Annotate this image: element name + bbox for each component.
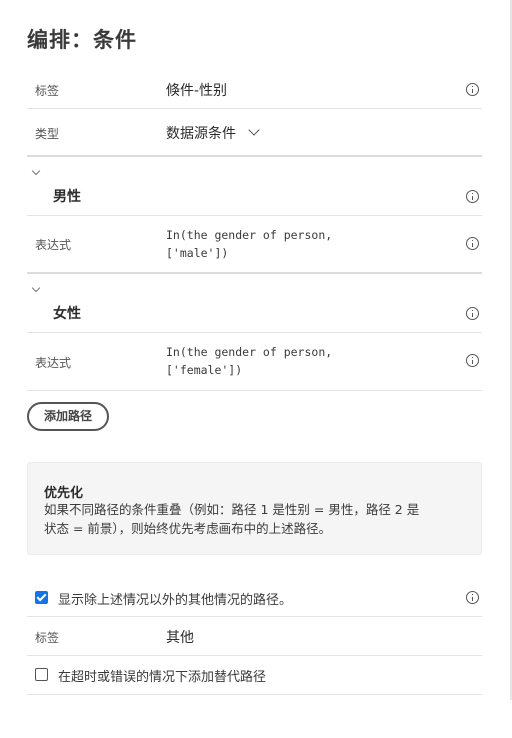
other-label-field-label: 标签 xyxy=(35,631,60,645)
expression-label: 表达式 xyxy=(35,238,72,252)
chevron-down-icon[interactable] xyxy=(31,166,41,176)
label-row: 标签 倏件-性别 xyxy=(27,70,482,109)
alt-path-checkbox[interactable] xyxy=(35,668,48,681)
priority-line: 状态 = 前景），则始终优先考虑画布中的上述路径。 xyxy=(44,521,332,536)
other-paths-checkbox[interactable] xyxy=(35,591,48,604)
type-dropdown-value: 数据源条件 xyxy=(166,126,236,142)
path-name: 女性 xyxy=(53,306,81,322)
info-icon[interactable] xyxy=(466,354,479,367)
priority-title: 优先化 xyxy=(44,486,84,501)
path-name: 男性 xyxy=(53,189,81,205)
label-field-value[interactable]: 倏件-性别 xyxy=(166,80,227,100)
alt-path-label[interactable]: 在超时或错误的情况下添加替代路径 xyxy=(58,666,266,685)
other-label-field-value[interactable]: 其他 xyxy=(166,627,194,647)
condition-panel: 编排：条件 标签 倏件-性别 类型 数据源条件 男性 表达式 In(the ge… xyxy=(0,0,510,738)
path-expression-row: 表达式 In(the gender of person, ['female']) xyxy=(27,333,482,391)
path-expression-row: 表达式 In(the gender of person, ['male']) xyxy=(27,216,482,274)
expression-line: In(the gender of person, xyxy=(166,228,333,242)
alt-path-row: 在超时或错误的情况下添加替代路径 xyxy=(27,656,482,695)
expression-line: ['male']) xyxy=(166,246,229,260)
chevron-down-icon[interactable] xyxy=(248,124,260,136)
other-label-row: 标签 其他 xyxy=(27,617,482,656)
expression-value[interactable]: In(the gender of person, ['male']) xyxy=(166,226,332,262)
other-paths-label[interactable]: 显示除上述情况以外的其他情况的路径。 xyxy=(58,589,292,608)
page-title: 编排：条件 xyxy=(27,27,137,52)
info-icon[interactable] xyxy=(466,83,479,96)
type-field-label: 类型 xyxy=(35,127,60,141)
expression-line: ['female']) xyxy=(166,363,243,377)
info-icon[interactable] xyxy=(466,190,479,203)
other-paths-row: 显示除上述情况以外的其他情况的路径。 xyxy=(27,578,482,617)
priority-note: 优先化 如果不同路径的条件重叠（例如：路径 1 是性别 = 男性，路径 2 是 … xyxy=(27,462,482,555)
label-field-label: 标签 xyxy=(35,84,60,98)
expression-value[interactable]: In(the gender of person, ['female']) xyxy=(166,343,332,379)
info-icon[interactable] xyxy=(466,307,479,320)
expression-line: In(the gender of person, xyxy=(166,345,333,359)
chevron-down-icon[interactable] xyxy=(31,283,41,293)
expression-label: 表达式 xyxy=(35,356,72,370)
path-header-female: 女性 xyxy=(27,274,482,333)
info-icon[interactable] xyxy=(466,591,479,604)
priority-body: 如果不同路径的条件重叠（例如：路径 1 是性别 = 男性，路径 2 是 状态 =… xyxy=(44,500,469,538)
type-row: 类型 数据源条件 xyxy=(27,109,482,157)
path-header-male: 男性 xyxy=(27,157,482,216)
type-dropdown[interactable]: 数据源条件 xyxy=(166,123,236,143)
info-icon[interactable] xyxy=(466,237,479,250)
add-path-button[interactable]: 添加路径 xyxy=(27,402,109,431)
priority-line: 如果不同路径的条件重叠（例如：路径 1 是性别 = 男性，路径 2 是 xyxy=(44,502,420,517)
